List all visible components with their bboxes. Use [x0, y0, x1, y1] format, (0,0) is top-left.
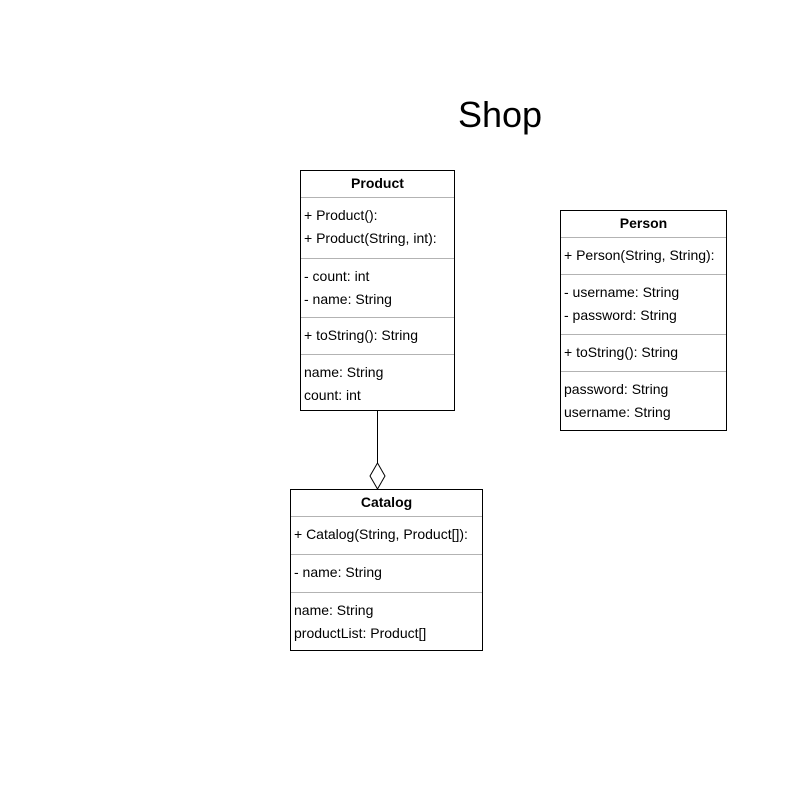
constructors-section: + Person(String, String): [561, 238, 726, 275]
property-row[interactable]: name: String [294, 599, 479, 622]
properties-section: name: String productList: Product[] [291, 593, 482, 650]
class-name: Catalog [291, 490, 482, 517]
constructors-section: + Catalog(String, Product[]): [291, 517, 482, 555]
constructor-row[interactable]: + Person(String, String): [564, 244, 723, 267]
aggregation-diamond [369, 461, 386, 491]
fields-section: - count: int - name: String [301, 259, 454, 318]
constructor-row[interactable]: + Catalog(String, Product[]): [294, 523, 479, 546]
property-row[interactable]: productList: Product[] [294, 622, 479, 645]
field-row[interactable]: - password: String [564, 304, 723, 327]
class-name: Product [301, 171, 454, 198]
constructors-section: + Product(): + Product(String, int): [301, 198, 454, 259]
methods-section: + toString(): String [301, 318, 454, 355]
class-person[interactable]: Person + Person(String, String): - usern… [560, 210, 727, 431]
aggregation-product-catalog[interactable] [369, 411, 386, 491]
properties-section: password: String username: String [561, 372, 726, 429]
method-row[interactable]: + toString(): String [564, 341, 723, 364]
methods-section: + toString(): String [561, 335, 726, 372]
class-catalog[interactable]: Catalog + Catalog(String, Product[]): - … [290, 489, 483, 651]
diagram-title: Shop [457, 94, 543, 135]
method-row[interactable]: + toString(): String [304, 324, 451, 347]
constructor-row[interactable]: + Product(): [304, 204, 451, 227]
property-row[interactable]: username: String [564, 401, 723, 424]
properties-section: name: String count: int [301, 355, 454, 412]
property-row[interactable]: password: String [564, 378, 723, 401]
field-row[interactable]: - name: String [294, 561, 479, 584]
constructor-row[interactable]: + Product(String, int): [304, 227, 451, 250]
class-product[interactable]: Product + Product(): + Product(String, i… [300, 170, 455, 411]
property-row[interactable]: count: int [304, 384, 451, 407]
fields-section: - username: String - password: String [561, 275, 726, 335]
class-name: Person [561, 211, 726, 238]
property-row[interactable]: name: String [304, 361, 451, 384]
fields-section: - name: String [291, 555, 482, 593]
field-row[interactable]: - count: int [304, 265, 451, 288]
field-row[interactable]: - name: String [304, 288, 451, 311]
field-row[interactable]: - username: String [564, 281, 723, 304]
